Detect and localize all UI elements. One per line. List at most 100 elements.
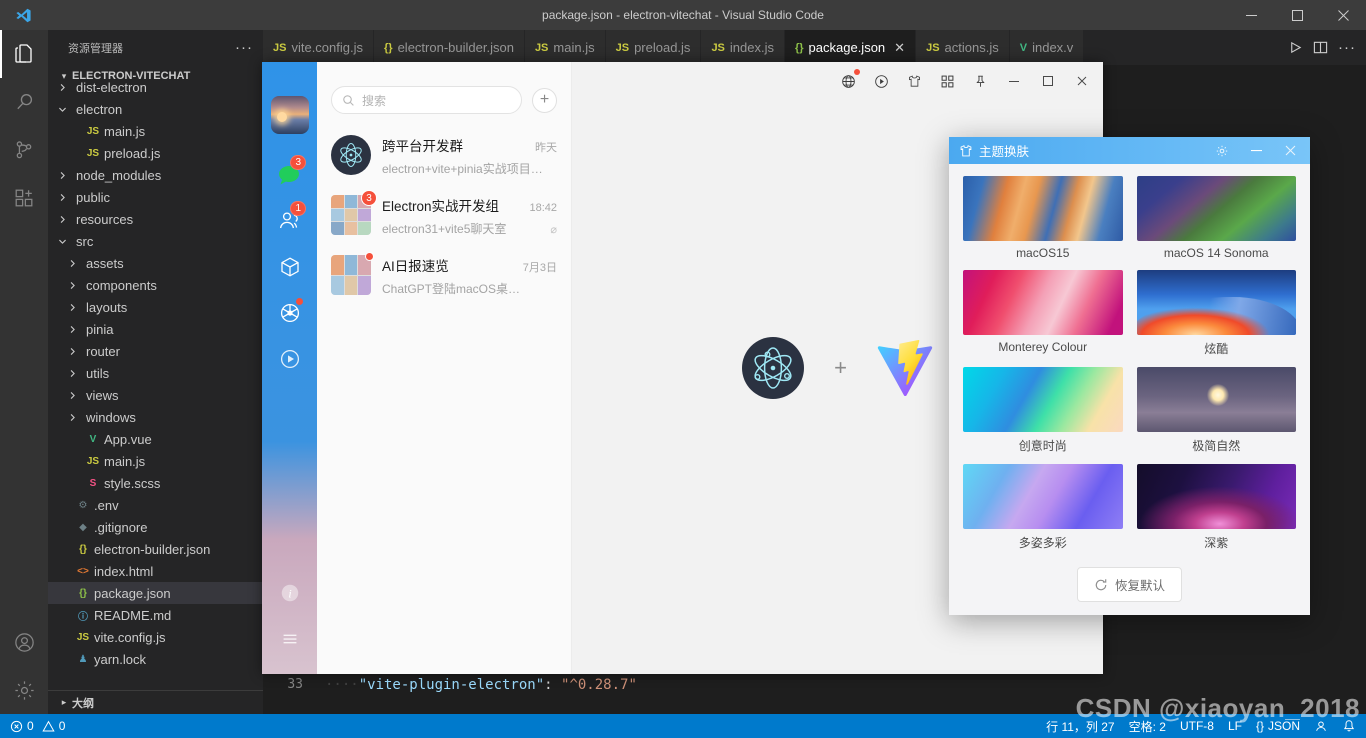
conversation-item[interactable]: 跨平台开发群昨天electron+vite+pinia实战项目…: [317, 126, 571, 186]
activity-item-extensions[interactable]: [0, 174, 48, 222]
tree-item-electron-builder-json[interactable]: {}electron-builder.json: [48, 538, 263, 560]
theme-thumbnail[interactable]: [1137, 270, 1297, 335]
tree-item-main-js[interactable]: JSmain.js: [48, 120, 263, 142]
tab-index-js[interactable]: JSindex.js: [701, 30, 785, 65]
tree-item-windows[interactable]: windows: [48, 406, 263, 428]
tree-item-router[interactable]: router: [48, 340, 263, 362]
activity-item-accounts[interactable]: [0, 618, 48, 666]
activity-item-source-control[interactable]: [0, 126, 48, 174]
window-minimize-button[interactable]: [1228, 0, 1274, 30]
tree-item-style-scss[interactable]: Sstyle.scss: [48, 472, 263, 494]
theme-thumbnail[interactable]: [963, 176, 1123, 241]
theme-option[interactable]: macOS 14 Sonoma: [1137, 176, 1297, 260]
add-conversation-button[interactable]: +: [532, 88, 557, 113]
tree-item-views[interactable]: views: [48, 384, 263, 406]
tab-package-json[interactable]: {}package.json✕: [785, 30, 916, 65]
tree-item-readme-md[interactable]: ⓘREADME.md: [48, 604, 263, 626]
tab-actions-js[interactable]: JSactions.js: [916, 30, 1010, 65]
status-problems[interactable]: 0 0: [10, 719, 65, 733]
tab-index-v[interactable]: Vindex.v: [1010, 30, 1085, 65]
theme-thumbnail[interactable]: [1137, 367, 1297, 432]
status-indentation[interactable]: 空格: 2: [1129, 718, 1166, 735]
tab-preload-js[interactable]: JSpreload.js: [606, 30, 702, 65]
tree-item-assets[interactable]: assets: [48, 252, 263, 274]
tree-item-preload-js[interactable]: JSpreload.js: [48, 142, 263, 164]
rail-item-media[interactable]: [262, 336, 317, 382]
chat-pin-button[interactable]: [964, 66, 997, 96]
theme-thumbnail[interactable]: [963, 270, 1123, 335]
theme-option[interactable]: 多姿多彩: [963, 464, 1123, 551]
more-actions-icon[interactable]: ···: [1338, 39, 1356, 56]
theme-option[interactable]: macOS15: [963, 176, 1123, 260]
status-encoding[interactable]: UTF-8: [1180, 719, 1214, 733]
tab-electron-builder-json[interactable]: {}electron-builder.json: [374, 30, 525, 65]
tree-item-node-modules[interactable]: node_modules: [48, 164, 263, 186]
chat-theme-button[interactable]: [898, 66, 931, 96]
theme-option[interactable]: 创意时尚: [963, 367, 1123, 454]
rail-item-menu[interactable]: [262, 616, 317, 662]
chevron-right-icon: [68, 413, 84, 422]
sidebar-more-actions[interactable]: ···: [235, 39, 253, 56]
activity-item-settings[interactable]: [0, 666, 48, 714]
theme-thumbnail[interactable]: [963, 367, 1123, 432]
tab-vite-config-js[interactable]: JSvite.config.js: [263, 30, 374, 65]
status-cursor-position[interactable]: 行 11，列 27: [1046, 718, 1114, 735]
tree-item-pinia[interactable]: pinia: [48, 318, 263, 340]
tree-item--gitignore[interactable]: ◆.gitignore: [48, 516, 263, 538]
tab-close-icon[interactable]: ✕: [894, 40, 905, 56]
window-close-button[interactable]: [1320, 0, 1366, 30]
theme-minimize-button[interactable]: [1242, 137, 1270, 164]
avatar[interactable]: [271, 96, 309, 134]
chat-network-button[interactable]: [832, 66, 865, 96]
tree-item-main-js[interactable]: JSmain.js: [48, 450, 263, 472]
conversation-item[interactable]: Electron实战开发组18:42electron31+vite5聊天室⌀3: [317, 186, 571, 246]
tab-main-js[interactable]: JSmain.js: [525, 30, 606, 65]
rail-item-chat[interactable]: 3: [262, 152, 317, 198]
theme-option[interactable]: 深紫: [1137, 464, 1297, 551]
theme-thumbnail[interactable]: [1137, 176, 1297, 241]
split-editor-icon[interactable]: [1313, 40, 1328, 55]
chat-minimize-button[interactable]: [997, 66, 1031, 96]
status-notifications[interactable]: [1342, 719, 1356, 733]
tree-item-layouts[interactable]: layouts: [48, 296, 263, 318]
chat-close-button[interactable]: [1065, 66, 1099, 96]
tree-item-components[interactable]: components: [48, 274, 263, 296]
theme-settings-button[interactable]: [1208, 137, 1236, 164]
theme-option[interactable]: 炫酷: [1137, 270, 1297, 357]
window-maximize-button[interactable]: [1274, 0, 1320, 30]
tree-item-yarn-lock[interactable]: ♟yarn.lock: [48, 648, 263, 670]
status-eol[interactable]: LF: [1228, 719, 1242, 733]
tree-item-utils[interactable]: utils: [48, 362, 263, 384]
tree-item-index-html[interactable]: <>index.html: [48, 560, 263, 582]
theme-option[interactable]: 极简自然: [1137, 367, 1297, 454]
conversation-item[interactable]: AI日报速览7月3日ChatGPT登陆macOS桌…: [317, 246, 571, 306]
tree-item-electron[interactable]: electron: [48, 98, 263, 120]
status-feedback[interactable]: [1314, 719, 1328, 733]
run-icon[interactable]: [1288, 40, 1303, 55]
theme-close-button[interactable]: [1276, 137, 1304, 164]
outline-section[interactable]: ▸ 大纲: [48, 690, 263, 714]
search-input[interactable]: 搜索: [331, 86, 522, 114]
chat-player-button[interactable]: [865, 66, 898, 96]
activity-item-search[interactable]: [0, 78, 48, 126]
tree-item-src[interactable]: src: [48, 230, 263, 252]
chat-maximize-button[interactable]: [1031, 66, 1065, 96]
rail-item-discover[interactable]: [262, 290, 317, 336]
chat-apps-button[interactable]: [931, 66, 964, 96]
tree-item-package-json[interactable]: {}package.json: [48, 582, 263, 604]
tree-item-public[interactable]: public: [48, 186, 263, 208]
theme-thumbnail[interactable]: [963, 464, 1123, 529]
restore-default-button[interactable]: 恢复默认: [1077, 567, 1182, 602]
status-language[interactable]: {} JSON: [1256, 719, 1300, 733]
tree-item-app-vue[interactable]: VApp.vue: [48, 428, 263, 450]
tree-item--env[interactable]: ⚙.env: [48, 494, 263, 516]
theme-thumbnail[interactable]: [1137, 464, 1297, 529]
activity-item-explorer[interactable]: [0, 30, 48, 78]
tree-item-vite-config-js[interactable]: JSvite.config.js: [48, 626, 263, 648]
theme-option[interactable]: Monterey Colour: [963, 270, 1123, 357]
tree-item-resources[interactable]: resources: [48, 208, 263, 230]
rail-item-box[interactable]: [262, 244, 317, 290]
rail-item-contacts[interactable]: 1: [262, 198, 317, 244]
tree-item-dist-electron[interactable]: dist-electron: [48, 76, 263, 98]
rail-item-info[interactable]: i: [262, 570, 317, 616]
